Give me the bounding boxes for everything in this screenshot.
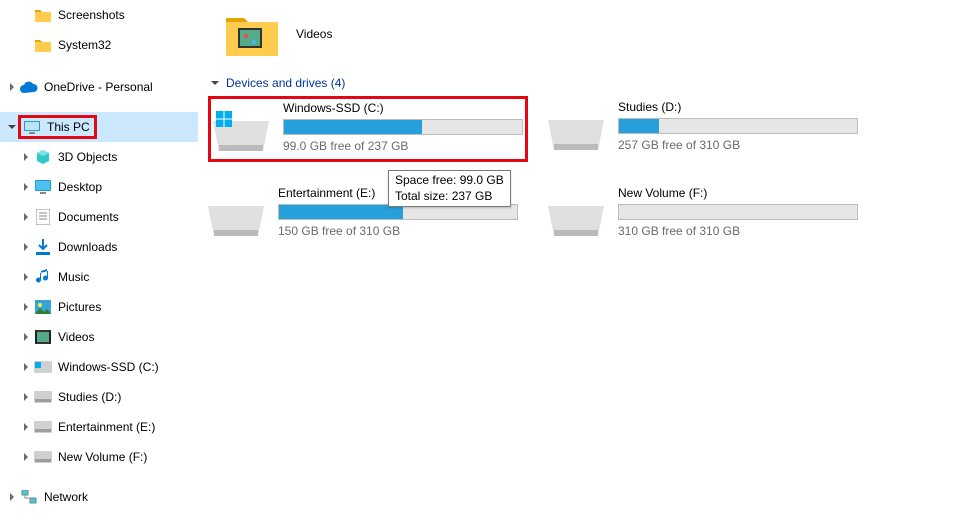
drive-usage-bar xyxy=(283,119,523,135)
folder-tile-videos[interactable]: Videos xyxy=(224,4,956,64)
drive-f[interactable]: New Volume (F:) 310 GB free of 310 GB xyxy=(548,186,868,238)
drive-free-text: 257 GB free of 310 GB xyxy=(618,134,868,152)
tree-item-3d-objects[interactable]: 3D Objects xyxy=(0,142,198,172)
documents-icon xyxy=(34,208,52,226)
tree-item-music[interactable]: Music xyxy=(0,262,198,292)
tree-item-downloads[interactable]: Downloads xyxy=(0,232,198,262)
tree-label: Pictures xyxy=(58,300,101,314)
chevron-down-icon[interactable] xyxy=(6,123,18,131)
drives-list: Windows-SSD (C:) 99.0 GB free of 237 GB … xyxy=(208,100,956,262)
drive-icon xyxy=(34,448,52,466)
drive-free-text: 150 GB free of 310 GB xyxy=(278,220,528,238)
tree-item-drive-e[interactable]: Entertainment (E:) xyxy=(0,412,198,442)
chevron-down-icon[interactable] xyxy=(208,78,222,88)
drive-tooltip: Space free: 99.0 GB Total size: 237 GB xyxy=(388,170,511,207)
tree-label: Downloads xyxy=(58,240,117,254)
network-icon xyxy=(20,488,38,506)
drive-icon xyxy=(208,196,264,232)
tree-label: System32 xyxy=(58,38,111,52)
chevron-right-icon[interactable] xyxy=(20,303,32,311)
chevron-right-icon[interactable] xyxy=(20,243,32,251)
drive-c[interactable]: Windows-SSD (C:) 99.0 GB free of 237 GB xyxy=(208,96,528,162)
onedrive-icon xyxy=(20,78,38,96)
chevron-right-icon[interactable] xyxy=(20,393,32,401)
tree-label: Desktop xyxy=(58,180,102,194)
videos-icon xyxy=(34,328,52,346)
this-pc-icon xyxy=(23,118,41,136)
folder-icon xyxy=(34,36,52,54)
tree-label: OneDrive - Personal xyxy=(44,80,153,94)
drive-free-text: 99.0 GB free of 237 GB xyxy=(283,135,523,153)
chevron-right-icon[interactable] xyxy=(20,273,32,281)
downloads-icon xyxy=(34,238,52,256)
chevron-right-icon[interactable] xyxy=(20,423,32,431)
chevron-right-icon[interactable] xyxy=(6,493,18,501)
tooltip-line: Total size: 237 GB xyxy=(395,189,504,205)
content-area: Videos Devices and drives (4) Windows-SS… xyxy=(198,0,956,525)
chevron-right-icon[interactable] xyxy=(20,363,32,371)
tree-label: Videos xyxy=(58,330,94,344)
drive-free-text: 310 GB free of 310 GB xyxy=(618,220,868,238)
music-icon xyxy=(34,268,52,286)
desktop-icon xyxy=(34,178,52,196)
tree-item-onedrive[interactable]: OneDrive - Personal xyxy=(0,72,198,102)
chevron-right-icon[interactable] xyxy=(6,83,18,91)
tree-item-system32[interactable]: System32 xyxy=(0,30,198,60)
drive-windows-icon xyxy=(213,111,269,147)
tree-item-screenshots[interactable]: Screenshots xyxy=(0,0,198,30)
drive-windows-icon xyxy=(34,358,52,376)
drive-usage-bar xyxy=(618,118,858,134)
tree-item-drive-d[interactable]: Studies (D:) xyxy=(0,382,198,412)
sidebar: Screenshots System32 OneDrive - Personal… xyxy=(0,0,198,525)
chevron-right-icon[interactable] xyxy=(20,213,32,221)
section-devices-drives[interactable]: Devices and drives (4) xyxy=(208,76,956,90)
drive-icon xyxy=(34,388,52,406)
chevron-right-icon[interactable] xyxy=(20,333,32,341)
tree-item-network[interactable]: Network xyxy=(0,482,198,512)
videos-large-icon xyxy=(224,6,280,62)
chevron-right-icon[interactable] xyxy=(20,453,32,461)
tree-item-documents[interactable]: Documents xyxy=(0,202,198,232)
tree-label: 3D Objects xyxy=(58,150,117,164)
tree-label: New Volume (F:) xyxy=(58,450,147,464)
drive-icon xyxy=(548,196,604,232)
drive-icon xyxy=(548,110,604,146)
drive-icon xyxy=(34,418,52,436)
3d-objects-icon xyxy=(34,148,52,166)
drive-name: New Volume (F:) xyxy=(618,186,868,204)
tree-item-videos[interactable]: Videos xyxy=(0,322,198,352)
chevron-right-icon[interactable] xyxy=(20,183,32,191)
tooltip-line: Space free: 99.0 GB xyxy=(395,173,504,189)
tree-item-this-pc[interactable]: This PC xyxy=(0,112,198,142)
pictures-icon xyxy=(34,298,52,316)
chevron-right-icon[interactable] xyxy=(20,153,32,161)
videos-label: Videos xyxy=(296,27,332,41)
tree-label: Studies (D:) xyxy=(58,390,121,404)
drive-name: Studies (D:) xyxy=(618,100,868,118)
tree-item-drive-f[interactable]: New Volume (F:) xyxy=(0,442,198,472)
tree-label: Network xyxy=(44,490,88,504)
drive-usage-bar xyxy=(618,204,858,220)
section-label: Devices and drives (4) xyxy=(226,76,345,90)
tree-label: Documents xyxy=(58,210,119,224)
tree-label: Entertainment (E:) xyxy=(58,420,155,434)
tree-item-pictures[interactable]: Pictures xyxy=(0,292,198,322)
drive-name: Windows-SSD (C:) xyxy=(283,101,523,119)
drive-d[interactable]: Studies (D:) 257 GB free of 310 GB xyxy=(548,100,868,162)
tree-label: Music xyxy=(58,270,89,284)
folder-icon xyxy=(34,6,52,24)
tree-label: Screenshots xyxy=(58,8,125,22)
tree-label: Windows-SSD (C:) xyxy=(58,360,159,374)
tree-label: This PC xyxy=(47,120,94,134)
tree-item-drive-c[interactable]: Windows-SSD (C:) xyxy=(0,352,198,382)
tree-item-desktop[interactable]: Desktop xyxy=(0,172,198,202)
